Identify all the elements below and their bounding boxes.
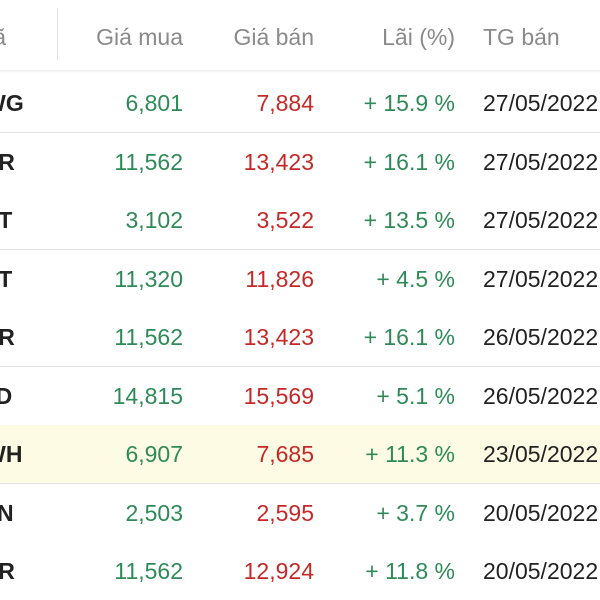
row-sell-time: 26/05/2022 bbox=[483, 383, 599, 409]
table-row[interactable]: HTD 14,815 15,569 + 5.1 % 26/05/2022 bbox=[0, 367, 600, 426]
row-sell-price: 7,884 bbox=[256, 90, 314, 116]
header-shadow bbox=[0, 70, 600, 73]
row-symbol-text: HCR bbox=[0, 149, 15, 175]
row-sell-price: 13,423 bbox=[243, 324, 314, 350]
header-buy-price[interactable]: Giá mua bbox=[96, 0, 183, 70]
table-row[interactable]: HCR 11,562 13,423 + 16.1 % 27/05/2022 bbox=[0, 133, 600, 192]
header-sell-price[interactable]: Giá bán bbox=[233, 0, 314, 70]
table-header: Mã Giá mua Giá bán Lãi (%) TG bán bbox=[0, 0, 600, 73]
row-sell-price: 15,569 bbox=[243, 383, 314, 409]
row-sell-price: 3,522 bbox=[256, 207, 314, 233]
trade-history-table: Mã Giá mua Giá bán Lãi (%) TG bán MWG 6,8… bbox=[0, 0, 600, 600]
row-symbol-text: ANT bbox=[0, 266, 13, 292]
row-sell-time: 20/05/2022 bbox=[483, 500, 599, 526]
row-symbol-text: MWG bbox=[0, 90, 24, 116]
table-row[interactable]: HHT 3,102 3,522 + 13.5 % 27/05/2022 bbox=[0, 191, 600, 250]
row-profit: + 15.9 % bbox=[363, 90, 455, 116]
row-symbol: HTD bbox=[0, 367, 56, 425]
header-sell-time[interactable]: TG bán bbox=[483, 0, 560, 70]
row-profit: + 11.8 % bbox=[365, 558, 455, 584]
row-buy-price: 2,503 bbox=[125, 500, 183, 526]
row-sell-time: 20/05/2022 bbox=[483, 558, 599, 584]
row-symbol-text: HCR bbox=[0, 324, 15, 350]
row-profit: + 3.7 % bbox=[376, 500, 455, 526]
row-symbol: MWH bbox=[0, 425, 56, 483]
row-symbol-text: HCR bbox=[0, 558, 15, 584]
row-sell-time: 27/05/2022 bbox=[483, 207, 599, 233]
row-buy-price: 11,562 bbox=[114, 149, 183, 175]
table-row[interactable]: HVN 2,503 2,595 + 3.7 % 20/05/2022 bbox=[0, 484, 600, 543]
row-symbol: HHT bbox=[0, 191, 56, 249]
row-sell-price: 12,924 bbox=[243, 558, 314, 584]
row-symbol-text: HHT bbox=[0, 207, 13, 233]
row-buy-price: 11,562 bbox=[114, 324, 183, 350]
table-row[interactable]: ANT 11,320 11,826 + 4.5 % 27/05/2022 bbox=[0, 250, 600, 309]
row-sell-price: 2,595 bbox=[256, 500, 314, 526]
row-buy-price: 14,815 bbox=[112, 383, 183, 409]
row-sell-price: 7,685 bbox=[256, 441, 314, 467]
row-profit: + 11.3 % bbox=[365, 441, 455, 467]
row-buy-price: 3,102 bbox=[125, 207, 183, 233]
header-symbol[interactable]: Mã bbox=[0, 0, 6, 70]
header-profit[interactable]: Lãi (%) bbox=[382, 0, 455, 70]
row-profit: + 5.1 % bbox=[376, 383, 455, 409]
row-symbol: ANT bbox=[0, 250, 56, 308]
row-sell-time: 23/05/2022 bbox=[483, 441, 599, 467]
row-symbol: HCR bbox=[0, 542, 56, 600]
table-row[interactable]: HCR 11,562 13,423 + 16.1 % 26/05/2022 bbox=[0, 308, 600, 367]
row-sell-time: 27/05/2022 bbox=[483, 90, 599, 116]
row-sell-time: 27/05/2022 bbox=[483, 149, 599, 175]
row-symbol-text: HTD bbox=[0, 383, 13, 409]
row-symbol-text: MWH bbox=[0, 441, 23, 467]
header-divider bbox=[57, 8, 58, 60]
row-buy-price: 6,907 bbox=[125, 441, 183, 467]
row-sell-time: 27/05/2022 bbox=[483, 266, 599, 292]
row-sell-price: 13,423 bbox=[243, 149, 314, 175]
row-symbol-text: HVN bbox=[0, 500, 14, 526]
row-profit: + 16.1 % bbox=[363, 149, 455, 175]
row-buy-price: 11,320 bbox=[114, 266, 183, 292]
row-buy-price: 6,801 bbox=[125, 90, 183, 116]
table-row[interactable]: MWG 6,801 7,884 + 15.9 % 27/05/2022 bbox=[0, 74, 600, 133]
table-row[interactable]: HCR 11,562 12,924 + 11.8 % 20/05/2022 bbox=[0, 542, 600, 600]
row-profit: + 13.5 % bbox=[363, 207, 455, 233]
row-symbol: HVN bbox=[0, 484, 56, 542]
row-symbol: HCR bbox=[0, 308, 56, 366]
row-profit: + 4.5 % bbox=[376, 266, 455, 292]
row-symbol: MWG bbox=[0, 74, 56, 132]
table-row[interactable]: MWH 6,907 7,685 + 11.3 % 23/05/2022 bbox=[0, 425, 600, 484]
row-sell-time: 26/05/2022 bbox=[483, 324, 599, 350]
row-symbol: HCR bbox=[0, 133, 56, 191]
row-profit: + 16.1 % bbox=[363, 324, 455, 350]
row-buy-price: 11,562 bbox=[114, 558, 183, 584]
row-sell-price: 11,826 bbox=[245, 266, 314, 292]
